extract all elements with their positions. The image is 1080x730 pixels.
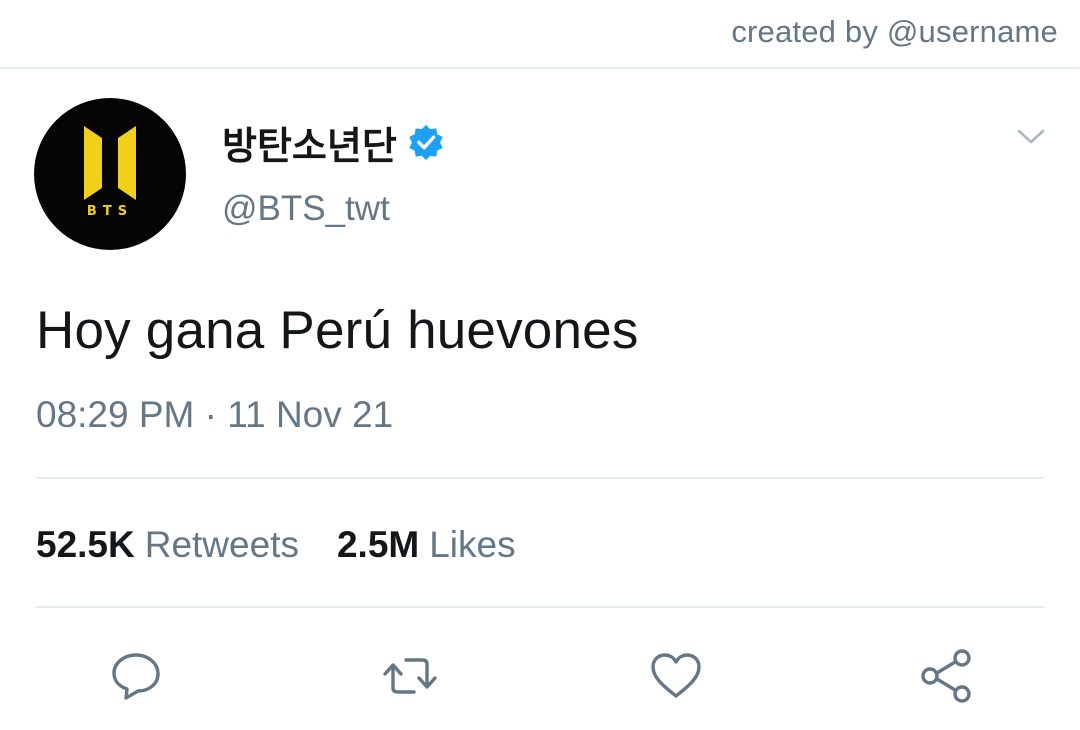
author-name-row[interactable]: 방탄소년단 bbox=[222, 118, 445, 168]
retweets-count[interactable]: 52.5K bbox=[36, 524, 135, 566]
likes-label[interactable]: Likes bbox=[429, 524, 515, 566]
retweet-icon bbox=[383, 658, 437, 694]
display-name[interactable]: 방탄소년단 bbox=[222, 115, 397, 170]
share-button[interactable] bbox=[916, 648, 976, 704]
reply-button[interactable] bbox=[106, 648, 166, 704]
tweet-timestamp[interactable]: 08:29 PM · 11 Nov 21 bbox=[36, 394, 393, 436]
retweets-label[interactable]: Retweets bbox=[145, 524, 299, 566]
chevron-down-icon[interactable] bbox=[1016, 127, 1046, 147]
like-button[interactable] bbox=[646, 648, 706, 704]
heart-icon bbox=[651, 653, 701, 698]
retweet-button[interactable] bbox=[380, 648, 440, 704]
tweet-text: Hoy gana Perú huevones bbox=[36, 301, 639, 360]
verified-badge-icon bbox=[409, 124, 443, 161]
bts-logo-icon bbox=[84, 126, 136, 200]
creator-credit: created by @username bbox=[731, 14, 1058, 49]
reply-icon bbox=[112, 653, 160, 700]
avatar[interactable]: BTS bbox=[34, 98, 186, 250]
stats-top-divider bbox=[36, 477, 1044, 479]
engagement-stats: 52.5K Retweets 2.5M Likes bbox=[36, 524, 516, 566]
tweet-screenshot: created by @username BTS 방탄소년단 @BTS_twt … bbox=[0, 0, 1080, 730]
share-icon bbox=[921, 649, 971, 703]
likes-count[interactable]: 2.5M bbox=[337, 524, 419, 566]
user-handle[interactable]: @BTS_twt bbox=[222, 189, 390, 229]
header-divider bbox=[0, 67, 1080, 69]
avatar-logo-text: BTS bbox=[86, 204, 134, 219]
stats-bottom-divider bbox=[36, 606, 1044, 608]
